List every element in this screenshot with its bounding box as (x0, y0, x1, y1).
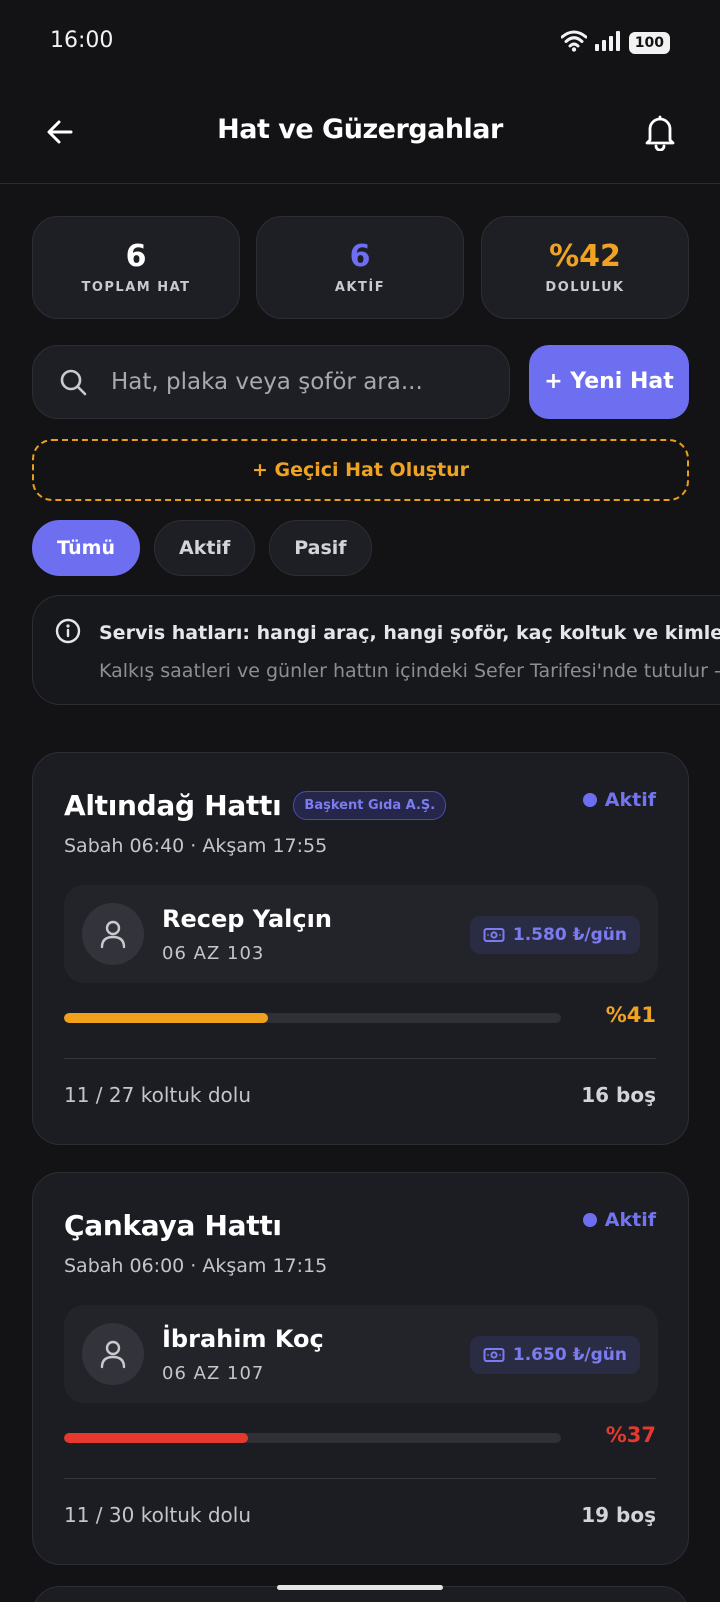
signal-icon (594, 31, 621, 55)
status-icons: 100 (560, 30, 670, 56)
stat-label: AKTİF (334, 280, 386, 295)
stat-value: 6 (349, 239, 371, 274)
route-times: Sabah 06:00 · Akşam 17:15 (64, 1255, 328, 1277)
temporary-line-button[interactable]: + Geçici Hat Oluştur (32, 439, 689, 501)
info-title: Servis hatları: hangi araç, hangi şoför,… (99, 622, 720, 644)
route-name: Altındağ Hattı (64, 789, 282, 822)
home-indicator[interactable] (277, 1585, 443, 1590)
route-title-row: Çankaya Hattı (64, 1209, 282, 1242)
company-badge: Başkent Gıda A.Ş. (293, 791, 447, 820)
stat-label: TOPLAM HAT (81, 280, 191, 295)
vehicle-plate: 06 AZ 103 (162, 943, 265, 964)
notifications-button[interactable] (638, 110, 682, 154)
stat-card-occupancy: %42 DOLULUK (481, 216, 689, 319)
info-icon (55, 618, 81, 648)
search-icon (59, 368, 87, 400)
occupancy-percent: %41 (605, 1003, 656, 1027)
seats-empty: 16 boş (581, 1083, 656, 1107)
cash-icon (483, 1348, 505, 1362)
occupancy-bar-fill (64, 1433, 248, 1443)
driver-name: Recep Yalçın (162, 905, 332, 933)
driver-box: İbrahim Koç 06 AZ 107 1.650 ₺/gün (64, 1305, 658, 1403)
page-title: Hat ve Güzergahlar (217, 114, 503, 145)
info-banner[interactable]: Servis hatları: hangi araç, hangi şoför,… (32, 595, 720, 705)
info-subtitle: Kalkış saatleri ve günler hattın içindek… (99, 660, 720, 682)
user-icon (100, 920, 126, 949)
filter-all[interactable]: Tümü (32, 520, 141, 576)
divider (64, 1478, 656, 1479)
status-label: Aktif (604, 1209, 656, 1231)
fare-amount: 1.580 ₺/gün (512, 925, 627, 945)
app-header: Hat ve Güzergahlar (0, 84, 720, 184)
stat-value: 6 (125, 239, 147, 274)
driver-box: Recep Yalçın 06 AZ 103 1.580 ₺/gün (64, 885, 658, 983)
route-card[interactable]: Altındağ Hattı Başkent Gıda A.Ş. Aktif S… (32, 752, 689, 1145)
fare-amount: 1.650 ₺/gün (512, 1345, 627, 1365)
status-badge: Aktif (582, 789, 656, 811)
divider (64, 1058, 656, 1059)
bell-icon (645, 115, 675, 151)
status-dot-icon (582, 793, 597, 807)
route-title-row: Altındağ Hattı Başkent Gıda A.Ş. (64, 789, 447, 822)
seats-occupied: 11 / 30 koltuk dolu (64, 1503, 251, 1527)
battery-icon: 100 (628, 32, 670, 54)
vehicle-plate: 06 AZ 107 (162, 1363, 265, 1384)
occupancy-bar (64, 1433, 561, 1443)
status-time: 16:00 (50, 28, 114, 53)
status-dot-icon (582, 1213, 597, 1227)
stat-value: %42 (549, 239, 621, 274)
route-card[interactable]: Çankaya Hattı Aktif Sabah 06:00 · Akşam … (32, 1172, 689, 1565)
user-icon (100, 1340, 126, 1369)
fare-badge: 1.650 ₺/gün (469, 1336, 640, 1374)
status-bar: 16:00 100 (0, 0, 720, 84)
route-times: Sabah 06:40 · Akşam 17:55 (64, 835, 328, 857)
filter-active[interactable]: Aktif (154, 520, 256, 576)
stat-label: DOLULUK (545, 280, 625, 295)
stat-card-active: 6 AKTİF (256, 216, 464, 319)
new-line-button[interactable]: + Yeni Hat (529, 345, 689, 419)
filter-passive[interactable]: Pasif (269, 520, 372, 576)
route-name: Çankaya Hattı (64, 1209, 282, 1242)
search-input[interactable] (111, 346, 491, 418)
occupancy-percent: %37 (605, 1423, 656, 1447)
occupancy-bar-fill (64, 1013, 268, 1023)
search-box (32, 345, 510, 419)
stat-card-total: 6 TOPLAM HAT (32, 216, 240, 319)
fare-badge: 1.580 ₺/gün (469, 916, 640, 954)
wifi-icon (560, 30, 588, 56)
filter-chips: Tümü Aktif Pasif (32, 520, 372, 576)
driver-name: İbrahim Koç (162, 1325, 324, 1353)
avatar (82, 1323, 144, 1385)
seats-empty: 19 boş (581, 1503, 656, 1527)
status-label: Aktif (604, 789, 656, 811)
status-badge: Aktif (582, 1209, 656, 1231)
cash-icon (483, 928, 505, 942)
avatar (82, 903, 144, 965)
occupancy-bar (64, 1013, 561, 1023)
seats-occupied: 11 / 27 koltuk dolu (64, 1083, 251, 1107)
